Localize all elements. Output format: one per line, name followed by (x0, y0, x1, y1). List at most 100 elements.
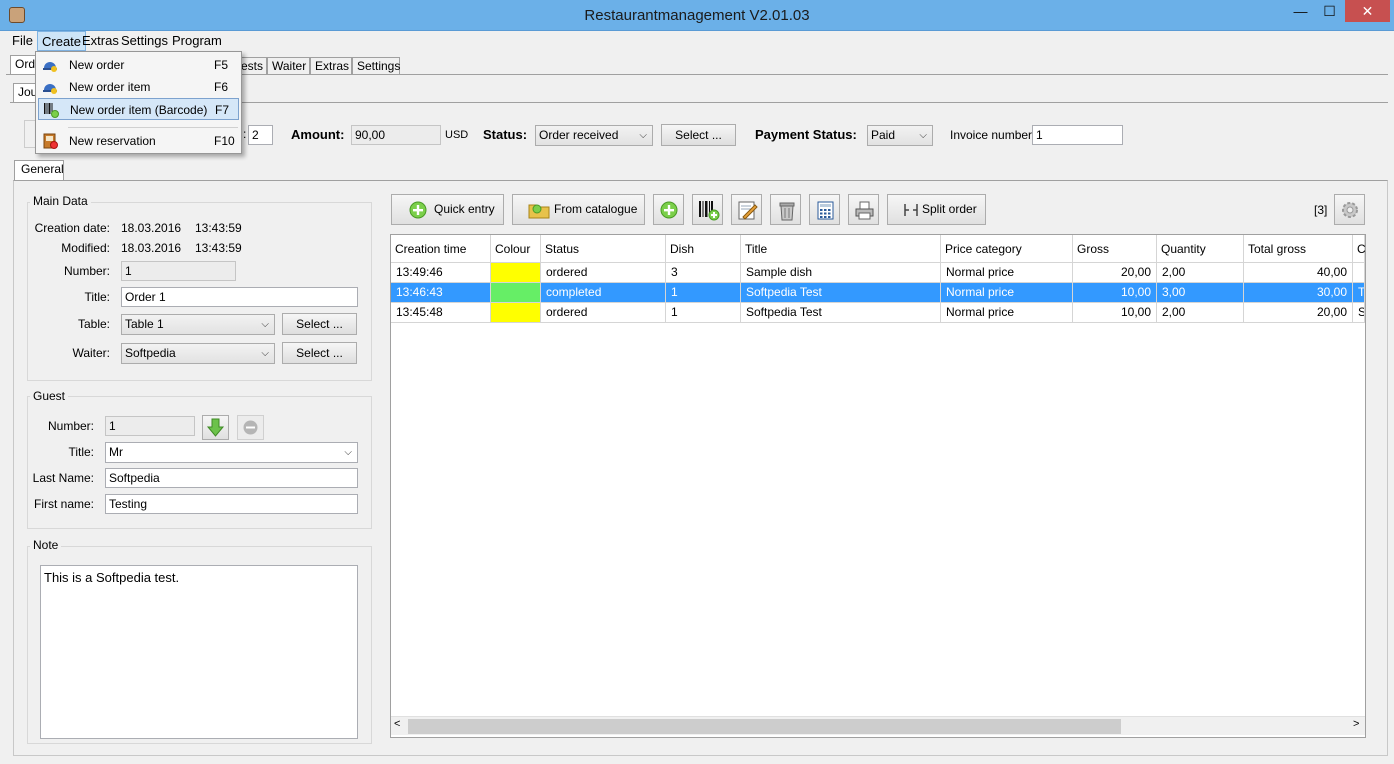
status-label: Status: (483, 127, 528, 142)
column-header-extra[interactable]: C (1353, 235, 1365, 263)
table-row[interactable]: 13:46:43 completed 1 Softpedia Test Normal p… (391, 283, 1365, 303)
menu-settings[interactable]: Settings (117, 31, 172, 51)
print-button[interactable] (848, 194, 879, 225)
cell-dish: 3 (666, 263, 741, 283)
table-row[interactable]: 13:49:46 ordered 3 Sample dish Normal price 2… (391, 263, 1365, 283)
amount-field: 90,00 (351, 125, 441, 145)
payment-status-value: Paid (871, 128, 896, 142)
split-order-label: Split order (922, 202, 977, 216)
title-label: Title: (84, 290, 110, 304)
title-field[interactable]: Order 1 (121, 287, 358, 307)
order-icon (42, 57, 58, 73)
guest-title: Guest (30, 389, 69, 403)
remove-icon (243, 420, 258, 435)
column-header-price-category[interactable]: Price category (941, 235, 1073, 263)
column-header-colour[interactable]: Colour (491, 235, 541, 263)
scroll-thumb[interactable] (408, 719, 1121, 734)
last-name-field[interactable]: Softpedia (105, 468, 358, 488)
cell-extra (1353, 263, 1365, 283)
status-select-button[interactable]: Select ... (661, 124, 736, 146)
guest-import-button[interactable] (202, 415, 229, 440)
column-header-creation-time[interactable]: Creation time (391, 235, 491, 263)
menu-new-order-shortcut: F5 (214, 58, 229, 72)
title-bar: Restaurantmanagement V2.01.03 — ☐ ✕ (0, 0, 1394, 31)
creation-time: 13:43:59 (195, 221, 242, 235)
chevron-down-icon: ⌵ (261, 348, 269, 359)
number-colon: : (243, 127, 247, 141)
modified-label: Modified: (61, 241, 110, 255)
tab-extras[interactable]: Extras (310, 57, 352, 75)
window-title: Restaurantmanagement V2.01.03 (584, 7, 810, 24)
quick-entry-button[interactable]: Quick entry (391, 194, 504, 225)
cell-dish: 1 (666, 303, 741, 323)
guest-title-select[interactable]: Mr ⌵ (105, 442, 358, 463)
table-select[interactable]: Table 1 ⌵ (121, 314, 275, 335)
menu-program[interactable]: Program (168, 31, 226, 51)
menu-bar: File Create Extras Settings Program (6, 31, 1388, 52)
add-icon (409, 201, 427, 219)
menu-file[interactable]: File (8, 31, 37, 51)
settings-button[interactable] (1334, 194, 1365, 225)
cell-total-gross: 20,00 (1244, 303, 1353, 323)
column-header-quantity[interactable]: Quantity (1157, 235, 1244, 263)
payment-status-select[interactable]: Paid ⌵ (867, 125, 933, 146)
creation-date-label: Creation date: (34, 221, 110, 235)
tab-settings[interactable]: Settings (352, 57, 400, 75)
note-title: Note (30, 538, 62, 552)
table-value: Table 1 (125, 317, 164, 331)
menu-new-order-item-label: New order item (69, 80, 151, 94)
number-field: 1 (121, 261, 236, 281)
column-header-gross[interactable]: Gross (1073, 235, 1157, 263)
guest-clear-button[interactable] (237, 415, 264, 440)
delete-button[interactable] (770, 194, 801, 225)
from-catalogue-button[interactable]: From catalogue (512, 194, 645, 225)
order-items-table: Creation time Colour Status Dish Title Price … (390, 234, 1366, 738)
tab-general[interactable]: General (14, 160, 64, 180)
scroll-right-icon[interactable]: > (1353, 718, 1359, 730)
maximize-button[interactable]: ☐ (1316, 0, 1343, 22)
cell-extra: S (1353, 303, 1365, 323)
column-header-dish[interactable]: Dish (666, 235, 741, 263)
folder-icon (528, 204, 550, 219)
table-select-button[interactable]: Select ... (282, 313, 357, 335)
first-name-field[interactable]: Testing (105, 494, 358, 514)
minimize-button[interactable]: — (1287, 0, 1314, 22)
cell-quantity: 2,00 (1157, 263, 1244, 283)
calculator-button[interactable] (809, 194, 840, 225)
cell-gross: 10,00 (1073, 283, 1157, 303)
waiter-select[interactable]: Softpedia ⌵ (121, 343, 275, 364)
add-item-button[interactable] (653, 194, 684, 225)
status-select[interactable]: Order received ⌵ (535, 125, 653, 146)
tab-journal[interactable]: Jou (13, 83, 37, 103)
waiter-select-button[interactable]: Select ... (282, 342, 357, 364)
note-textarea[interactable]: This is a Softpedia test. (40, 565, 358, 739)
tab-waiter[interactable]: Waiter (267, 57, 310, 75)
menu-new-order-item-barcode[interactable]: New order item (Barcode) F7 (38, 98, 239, 120)
column-header-title[interactable]: Title (741, 235, 941, 263)
waiter-value: Softpedia (125, 346, 176, 360)
column-header-total-gross[interactable]: Total gross (1244, 235, 1353, 263)
cell-status: ordered (541, 303, 666, 323)
payment-status-label: Payment Status: (755, 127, 857, 142)
edit-button[interactable] (731, 194, 762, 225)
cell-total-gross: 30,00 (1244, 283, 1353, 303)
tab-orders[interactable]: Ord (10, 55, 36, 75)
cell-quantity: 3,00 (1157, 283, 1244, 303)
menu-new-order[interactable]: New order F5 (38, 54, 239, 76)
split-order-button[interactable]: Split order (887, 194, 986, 225)
close-button[interactable]: ✕ (1345, 0, 1390, 22)
table-row[interactable]: 13:45:48 ordered 1 Softpedia Test Normal pri… (391, 303, 1365, 323)
menu-new-reservation[interactable]: New reservation F10 (38, 130, 239, 152)
guest-title-value: Mr (109, 445, 123, 459)
invoice-number-field[interactable]: 1 (1032, 125, 1123, 145)
barcode-button[interactable] (692, 194, 723, 225)
horizontal-scrollbar[interactable]: < > (391, 716, 1365, 735)
order-icon (42, 79, 58, 95)
scroll-left-icon[interactable]: < (394, 718, 400, 730)
menu-new-order-item[interactable]: New order item F6 (38, 76, 239, 98)
cell-creation-time: 13:45:48 (391, 303, 491, 323)
cell-quantity: 2,00 (1157, 303, 1244, 323)
last-name-label: Last Name: (32, 471, 94, 485)
order-number-field[interactable]: 2 (248, 125, 273, 145)
column-header-status[interactable]: Status (541, 235, 666, 263)
